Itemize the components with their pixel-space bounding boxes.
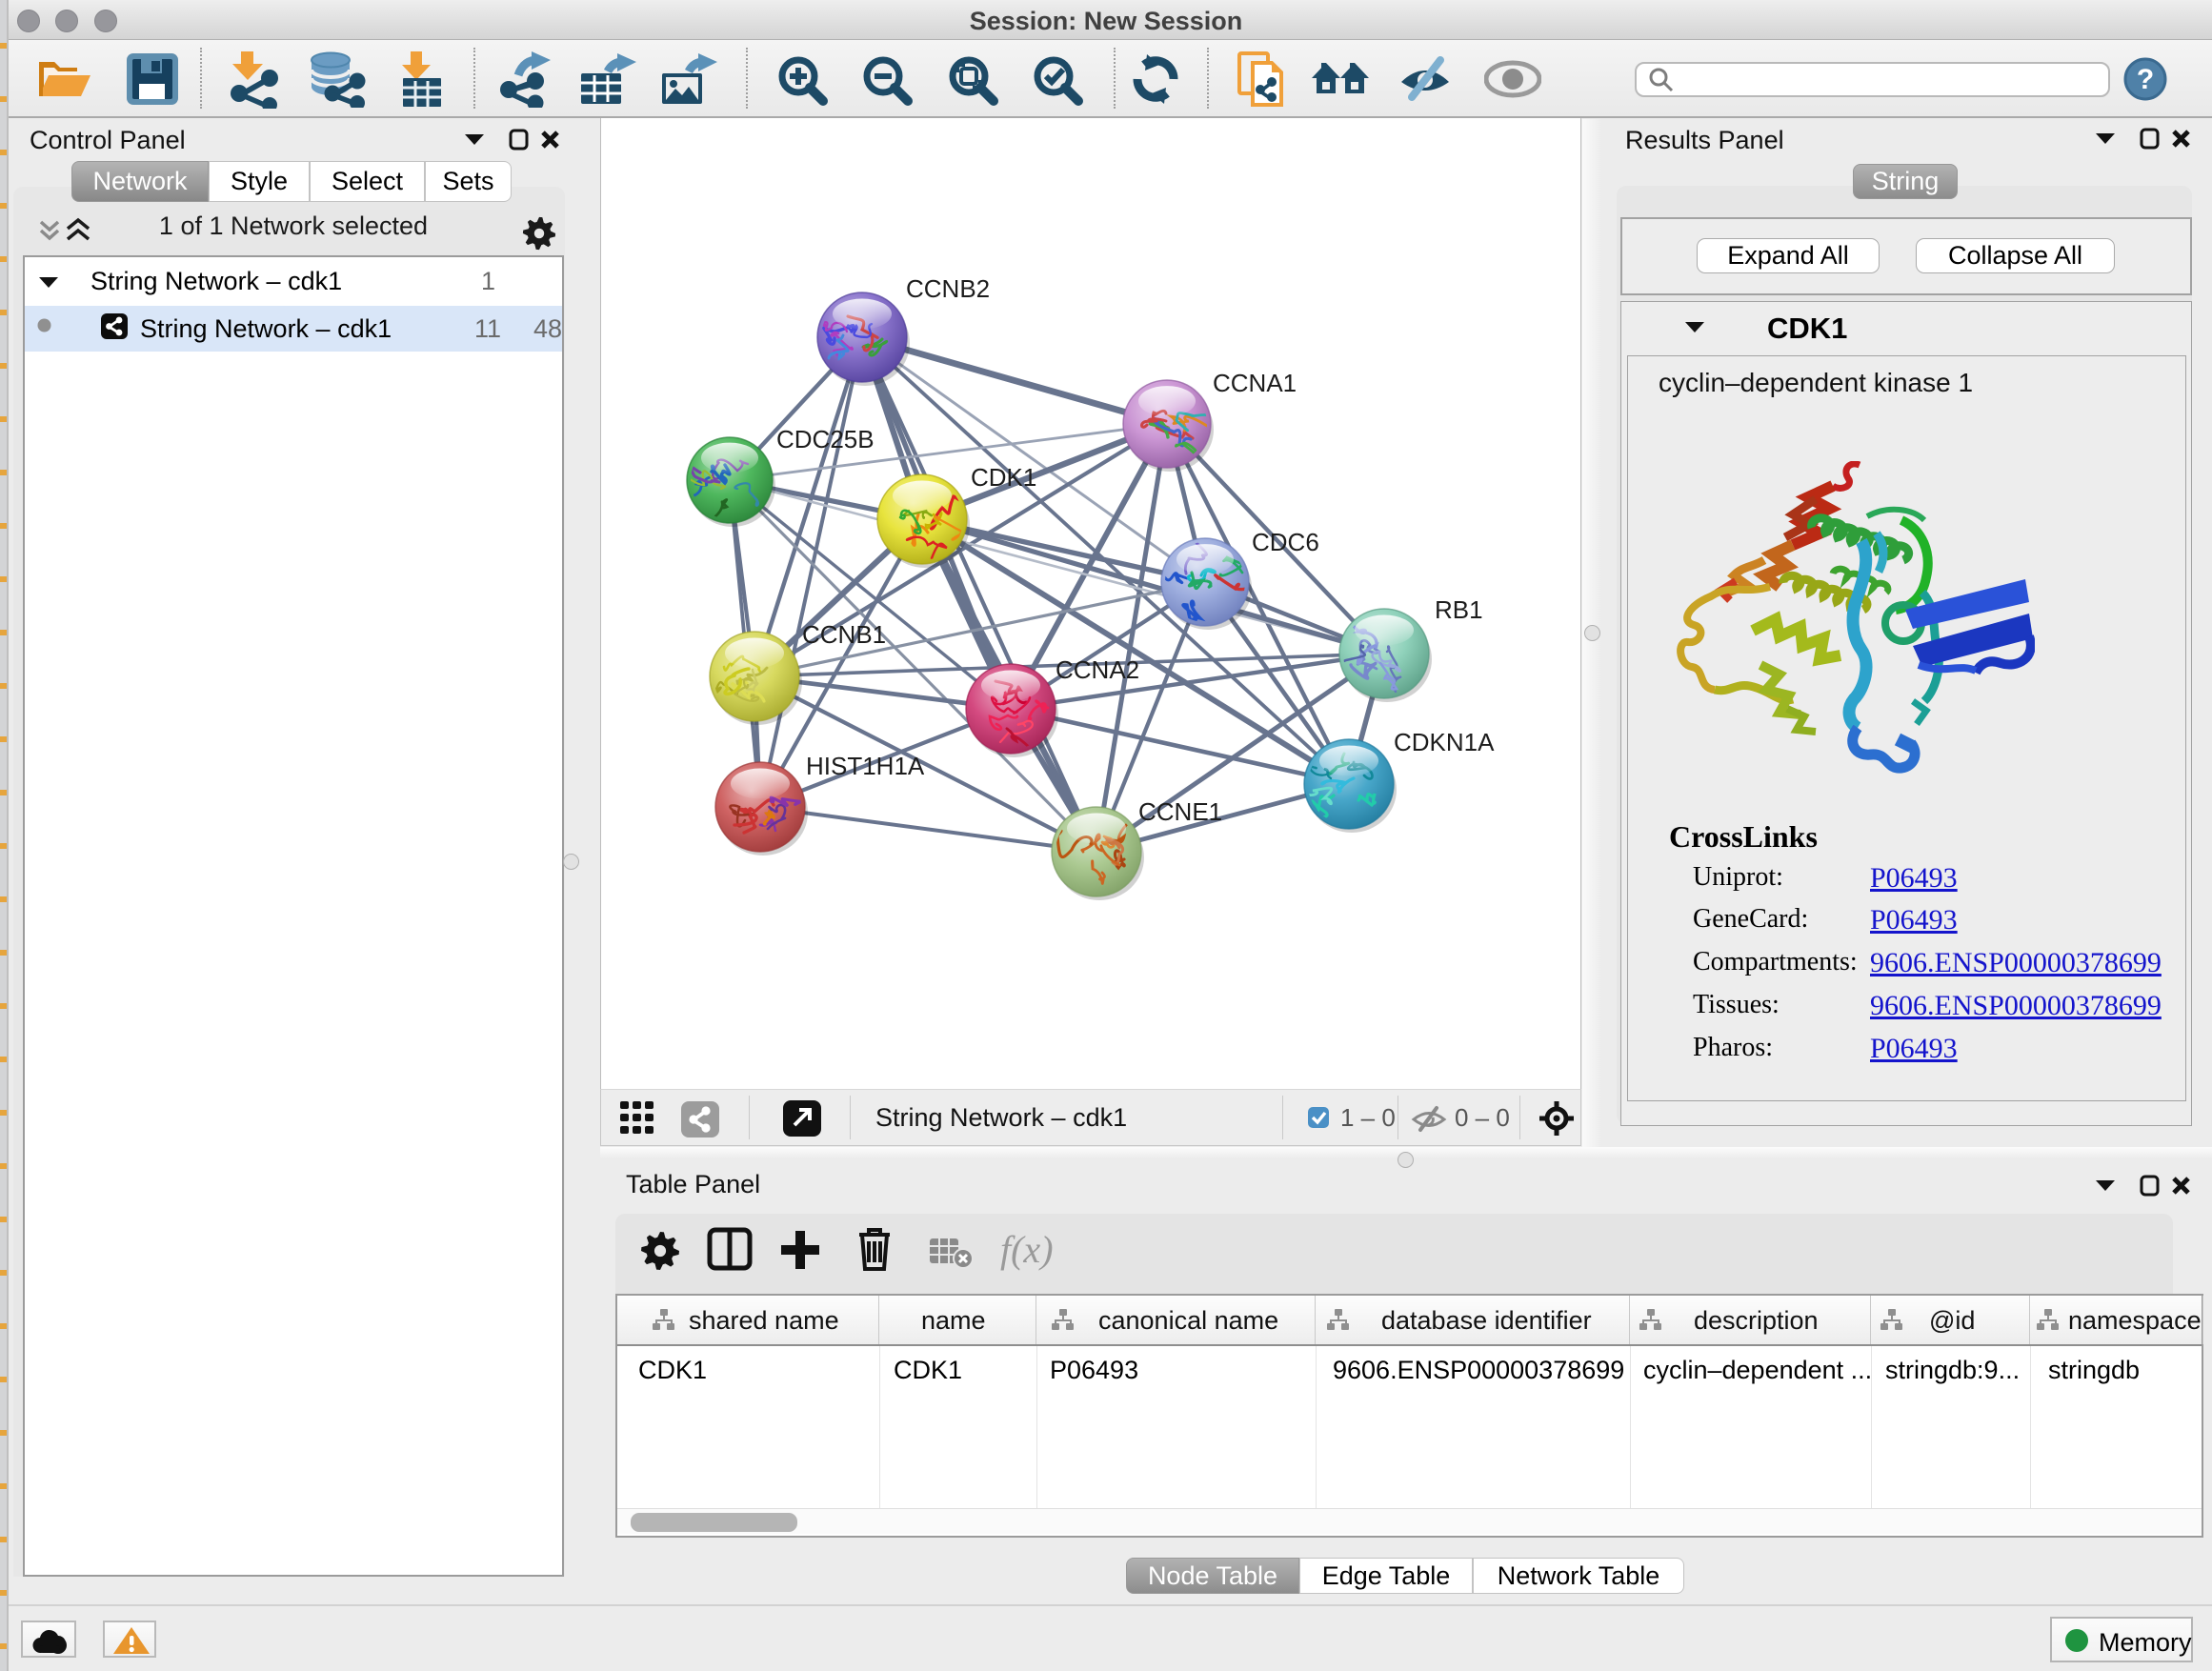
svg-text:?: ?: [2137, 64, 2154, 95]
svg-text:CCNB2: CCNB2: [906, 274, 990, 303]
svg-text:CDC25B: CDC25B: [776, 425, 875, 453]
svg-text:CCNE1: CCNE1: [1138, 797, 1222, 826]
svg-text:CDK1: CDK1: [971, 463, 1036, 492]
svg-text:CCNB1: CCNB1: [802, 620, 886, 649]
svg-text:CCNA2: CCNA2: [1056, 655, 1139, 684]
svg-text:CDC6: CDC6: [1252, 528, 1319, 556]
svg-text:CDKN1A: CDKN1A: [1394, 728, 1495, 756]
svg-text:RB1: RB1: [1435, 595, 1483, 624]
svg-text:HIST1H1A: HIST1H1A: [806, 752, 925, 780]
svg-text:CCNA1: CCNA1: [1213, 369, 1297, 397]
